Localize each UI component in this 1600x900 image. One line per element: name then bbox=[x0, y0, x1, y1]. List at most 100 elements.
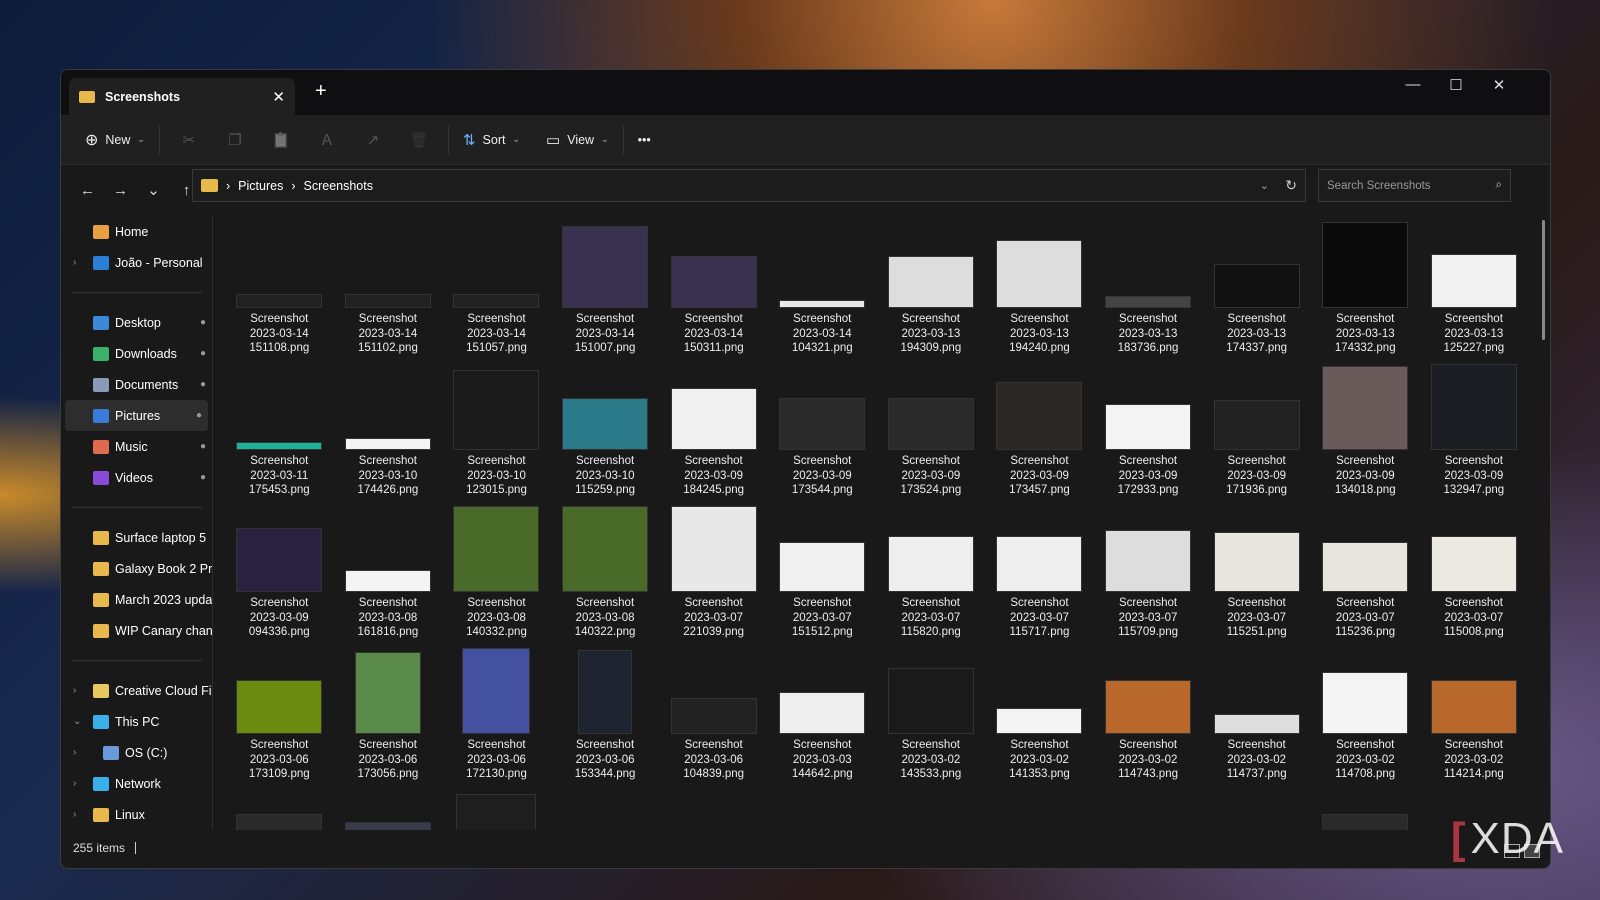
file-tile[interactable]: Screenshot 2023-03-07 115820.png bbox=[877, 500, 986, 642]
file-tile[interactable] bbox=[1202, 784, 1311, 830]
sidebar-item-desktop[interactable]: Desktop ● bbox=[61, 307, 212, 338]
file-tile[interactable]: Screenshot 2023-03-14 151057.png bbox=[442, 216, 551, 358]
file-tile[interactable] bbox=[985, 784, 1094, 830]
file-tile[interactable]: Screenshot 2023-03-07 151512.png bbox=[768, 500, 877, 642]
delete-button[interactable]: 🗑 bbox=[396, 125, 442, 155]
file-tile[interactable]: Screenshot 2023-03-13 174337.png bbox=[1202, 216, 1311, 358]
expand-chevron-icon[interactable]: › bbox=[73, 747, 76, 758]
file-tile[interactable]: Screenshot 2023-03-02 141353.png bbox=[985, 642, 1094, 784]
file-tile[interactable]: Screenshot 2023-03-07 115709.png bbox=[1094, 500, 1203, 642]
file-tile[interactable]: Screenshot 2023-03-08 140322.png bbox=[551, 500, 660, 642]
file-tile[interactable]: Screenshot 2023-03-06 173109.png bbox=[225, 642, 334, 784]
file-tile[interactable]: Screenshot 2023-03-09 171936.png bbox=[1202, 358, 1311, 500]
scrollbar[interactable] bbox=[1542, 220, 1545, 340]
file-tile[interactable]: Screenshot 2023-03-14 151007.png bbox=[551, 216, 660, 358]
file-tile[interactable]: Screenshot 2023-03-08 140332.png bbox=[442, 500, 551, 642]
file-tile[interactable]: Screenshot 2023-03-06 153344.png bbox=[551, 642, 660, 784]
file-tile[interactable]: Screenshot 2023-03-07 115236.png bbox=[1311, 500, 1420, 642]
close-button[interactable]: ✕ bbox=[1477, 76, 1521, 94]
sort-button[interactable]: ⇅ Sort ⌄ bbox=[455, 125, 528, 155]
file-tile[interactable]: Screenshot 2023-03-02 114737.png bbox=[1202, 642, 1311, 784]
cut-button[interactable]: ✂ bbox=[166, 125, 212, 155]
file-tile[interactable]: Screenshot 2023-03-14 151108.png bbox=[225, 216, 334, 358]
file-tile[interactable]: Screenshot 2023-03-09 134018.png bbox=[1311, 358, 1420, 500]
file-tile[interactable]: Screenshot 2023-03-14 150311.png bbox=[659, 216, 768, 358]
breadcrumb-screenshots[interactable]: Screenshots bbox=[304, 179, 373, 193]
rename-button[interactable]: Ａ bbox=[304, 123, 350, 156]
share-button[interactable]: ↗ bbox=[350, 125, 396, 155]
paste-button[interactable]: 📋 bbox=[258, 125, 304, 155]
view-button[interactable]: ▭ View ⌄ bbox=[538, 125, 617, 155]
copy-button[interactable]: ❐ bbox=[212, 125, 258, 155]
file-tile[interactable]: Screenshot 2023-03-09 173544.png bbox=[768, 358, 877, 500]
sidebar-item-linux[interactable]: › Linux bbox=[61, 799, 212, 830]
file-tile[interactable] bbox=[768, 784, 877, 830]
file-tile[interactable]: Screenshot 2023-03-02 114708.png bbox=[1311, 642, 1420, 784]
sidebar-item-downloads[interactable]: Downloads ● bbox=[61, 338, 212, 369]
sidebar-item-march-2023-update[interactable]: March 2023 update bbox=[61, 584, 212, 615]
file-tile[interactable]: Screenshot 2023-03-10 115259.png bbox=[551, 358, 660, 500]
file-tile[interactable]: Screenshot 2023-03-10 174426.png bbox=[334, 358, 443, 500]
expand-chevron-icon[interactable]: › bbox=[73, 778, 76, 789]
file-tile[interactable] bbox=[1094, 784, 1203, 830]
more-options-button[interactable]: ••• bbox=[630, 127, 659, 153]
file-tile[interactable]: Screenshot 2023-03-07 221039.png bbox=[659, 500, 768, 642]
file-tile[interactable]: Screenshot 2023-03-07 115717.png bbox=[985, 500, 1094, 642]
file-tile[interactable] bbox=[442, 784, 551, 830]
file-tile[interactable]: Screenshot 2023-03-13 183736.png bbox=[1094, 216, 1203, 358]
file-tile[interactable]: Screenshot 2023-03-09 173524.png bbox=[877, 358, 986, 500]
sidebar-item-this-pc[interactable]: ⌄ This PC bbox=[61, 706, 212, 737]
sidebar-item-wip-canary-channel[interactable]: WIP Canary channel bbox=[61, 615, 212, 646]
file-tile[interactable]: Screenshot 2023-03-09 184245.png bbox=[659, 358, 768, 500]
maximize-button[interactable]: ☐ bbox=[1434, 76, 1478, 94]
tab-close-button[interactable]: ✕ bbox=[272, 88, 285, 106]
file-tile[interactable] bbox=[877, 784, 986, 830]
file-tile[interactable] bbox=[1311, 784, 1420, 830]
minimize-button[interactable]: — bbox=[1391, 76, 1435, 93]
file-tile[interactable] bbox=[551, 784, 660, 830]
file-tile[interactable]: Screenshot 2023-03-10 123015.png bbox=[442, 358, 551, 500]
sidebar-item-music[interactable]: Music ● bbox=[61, 431, 212, 462]
new-button[interactable]: ⊕ New ⌄ bbox=[77, 124, 153, 156]
file-tile[interactable] bbox=[334, 784, 443, 830]
file-tile[interactable]: Screenshot 2023-03-09 173457.png bbox=[985, 358, 1094, 500]
file-tile[interactable]: Screenshot 2023-03-14 151102.png bbox=[334, 216, 443, 358]
file-tile[interactable]: Screenshot 2023-03-09 172933.png bbox=[1094, 358, 1203, 500]
address-dropdown-button[interactable]: ⌄ bbox=[1260, 179, 1269, 192]
file-tile[interactable]: Screenshot 2023-03-03 144642.png bbox=[768, 642, 877, 784]
file-tile[interactable]: Screenshot 2023-03-13 194240.png bbox=[985, 216, 1094, 358]
file-tile[interactable]: Screenshot 2023-03-02 114214.png bbox=[1420, 642, 1521, 784]
address-bar[interactable]: › Pictures › Screenshots ⌄ ↻ bbox=[192, 169, 1306, 202]
file-tile[interactable]: Screenshot 2023-03-09 094336.png bbox=[225, 500, 334, 642]
forward-button[interactable]: → bbox=[104, 182, 137, 199]
search-input[interactable]: Search Screenshots ⌕ bbox=[1318, 169, 1511, 202]
refresh-button[interactable]: ↻ bbox=[1285, 177, 1297, 194]
file-tile[interactable] bbox=[225, 784, 334, 830]
sidebar-item-videos[interactable]: Videos ● bbox=[61, 462, 212, 493]
expand-chevron-icon[interactable]: › bbox=[73, 685, 76, 696]
recent-locations-button[interactable]: ⌄ bbox=[137, 181, 170, 199]
sidebar-item-surface-laptop-5[interactable]: Surface laptop 5 bbox=[61, 522, 212, 553]
file-tile[interactable]: Screenshot 2023-03-14 104321.png bbox=[768, 216, 877, 358]
expand-chevron-icon[interactable]: ⌄ bbox=[73, 716, 81, 727]
sidebar-item-home[interactable]: Home bbox=[61, 216, 212, 247]
sidebar-item-documents[interactable]: Documents ● bbox=[61, 369, 212, 400]
sidebar-item-jo-o-personal[interactable]: › João - Personal bbox=[61, 247, 212, 278]
expand-chevron-icon[interactable]: › bbox=[73, 257, 76, 268]
file-tile[interactable]: Screenshot 2023-03-06 172130.png bbox=[442, 642, 551, 784]
tab-screenshots[interactable]: Screenshots ✕ bbox=[69, 78, 295, 115]
sidebar-item-galaxy-book-2-pro-360[interactable]: Galaxy Book 2 Pro 360 bbox=[61, 553, 212, 584]
file-tile[interactable]: Screenshot 2023-03-07 115008.png bbox=[1420, 500, 1521, 642]
file-tile[interactable]: Screenshot 2023-03-13 174332.png bbox=[1311, 216, 1420, 358]
file-tile[interactable]: Screenshot 2023-03-02 143533.png bbox=[877, 642, 986, 784]
file-tile[interactable]: Screenshot 2023-03-13 125227.png bbox=[1420, 216, 1521, 358]
expand-chevron-icon[interactable]: › bbox=[73, 809, 76, 820]
sidebar-item-creative-cloud-files[interactable]: › Creative Cloud Files bbox=[61, 675, 212, 706]
file-tile[interactable]: Screenshot 2023-03-08 161816.png bbox=[334, 500, 443, 642]
file-tile[interactable]: Screenshot 2023-03-06 104839.png bbox=[659, 642, 768, 784]
sidebar-item-pictures[interactable]: Pictures ● bbox=[65, 400, 208, 431]
file-tile[interactable]: Screenshot 2023-03-11 175453.png bbox=[225, 358, 334, 500]
back-button[interactable]: ← bbox=[71, 182, 104, 199]
breadcrumb-pictures[interactable]: Pictures bbox=[238, 179, 283, 193]
sidebar-item-os-c-[interactable]: › OS (C:) bbox=[61, 737, 212, 768]
